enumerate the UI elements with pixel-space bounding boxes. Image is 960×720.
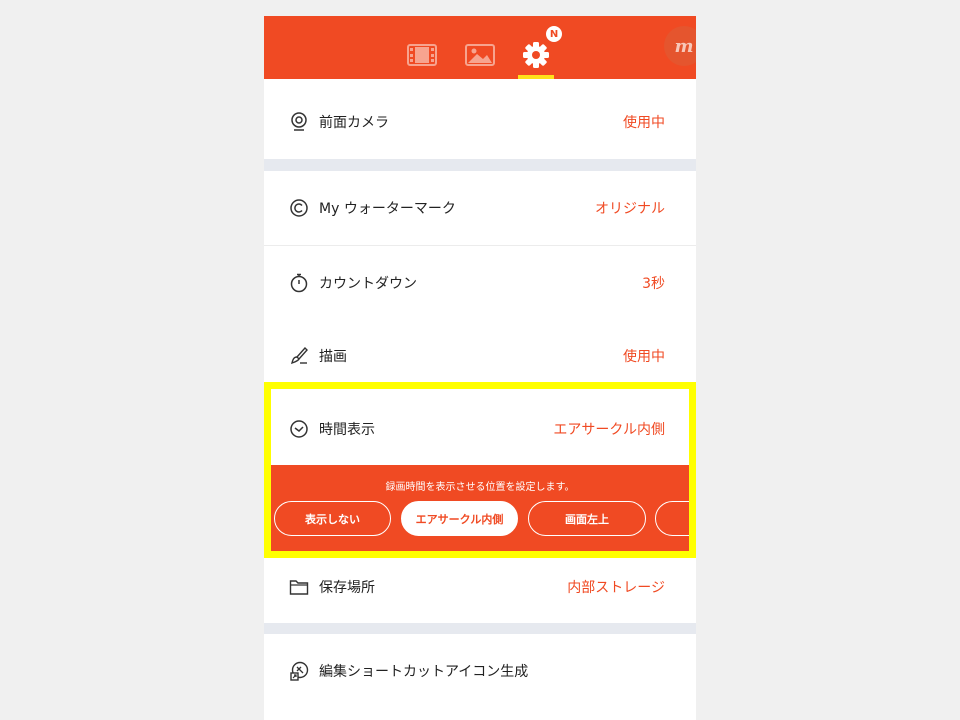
setting-value: エアサークル内側 [553,422,665,438]
setting-value: 3秒 [642,276,665,292]
brush-icon [288,345,310,367]
setting-countdown[interactable]: カウントダウン 3秒 [264,246,696,320]
setting-storage[interactable]: 保存場所 内部ストレージ [264,551,696,623]
app-logo[interactable]: m [664,26,696,66]
clock-icon [288,418,310,440]
setting-value: オリジナル [595,201,665,217]
setting-label: 保存場所 [319,580,375,596]
panel-description: 録画時間を表示させる位置を設定します。 [385,482,575,493]
setting-label: My ウォーターマーク [319,201,456,217]
setting-front-camera[interactable]: 前面カメラ 使用中 [264,85,696,159]
setting-label: 時間表示 [319,422,375,438]
copyright-icon [288,197,310,219]
settings-screen: N m 前面カメラ 使用中 My ウォーターマーク オリジナル カウントダウン … [264,16,696,720]
setting-value: 使用中 [623,349,665,365]
folder-icon [288,576,310,598]
setting-watermark[interactable]: My ウォーターマーク オリジナル [264,171,696,245]
film-icon[interactable] [406,40,438,70]
shortcut-icon [288,660,310,682]
setting-value: 内部ストレージ [567,580,665,596]
camera-icon [288,111,310,133]
stopwatch-icon [288,272,310,294]
setting-drawing[interactable]: 描画 使用中 [264,319,696,393]
image-icon[interactable] [464,40,496,70]
gear-icon[interactable] [520,40,552,70]
section-gap [264,623,696,634]
option-more[interactable] [655,501,696,536]
setting-shortcut[interactable]: 編集ショートカットアイコン生成 [264,634,696,708]
setting-label: 前面カメラ [319,115,389,131]
setting-value: 使用中 [623,115,665,131]
option-top-left[interactable]: 画面左上 [528,501,646,536]
setting-label: カウントダウン [319,276,417,292]
setting-time-display[interactable]: 時間表示 エアサークル内側 [264,392,696,466]
time-display-options-panel: 録画時間を表示させる位置を設定します。 表示しない エアサークル内側 画面左上 [264,465,696,551]
setting-label: 編集ショートカットアイコン生成 [319,664,529,680]
setting-label: 描画 [319,349,347,365]
active-tab-indicator [518,75,554,79]
new-badge: N [546,26,562,42]
top-tab-bar: N m [264,16,696,79]
option-air-circle-inside[interactable]: エアサークル内側 [401,501,518,536]
section-gap [264,159,696,171]
option-hide[interactable]: 表示しない [274,501,391,536]
